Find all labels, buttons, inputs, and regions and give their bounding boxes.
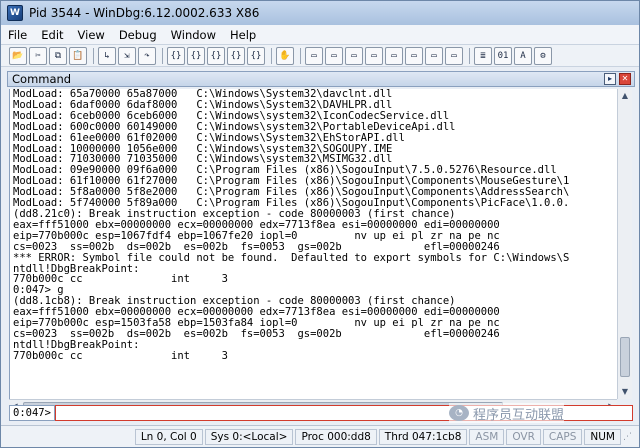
status-bar: Ln 0, Col 0 Sys 0:<Local> Proc 000:dd8 Thrd… bbox=[1, 425, 639, 447]
cut-icon[interactable]: ✂ bbox=[29, 46, 47, 65]
toolbar: 📂 ✂ ⧉ 📋 ↳ ⇲ ↷{}{}{}{}{} ✋ ▭ ▭ ▭ ▭ ▭ ▭ ▭ ▭ ≣ 01 A ⚙ bbox=[1, 45, 639, 67]
wechat-icon: ◔ bbox=[449, 405, 469, 421]
status-asm: ASM bbox=[469, 428, 505, 445]
windbg-window: W Pid 3544 - WinDbg:6.12.0002.633 X86 Fi… bbox=[0, 0, 640, 448]
output-line: ModLoad: 600c0000 60149000 C:\Windows\sy… bbox=[13, 120, 456, 133]
toolbar-separator bbox=[93, 47, 94, 64]
trace-icon[interactable]: {} bbox=[207, 46, 225, 65]
menu-window[interactable]: Window bbox=[164, 25, 223, 45]
command-window-icon[interactable]: ▭ bbox=[305, 46, 323, 65]
registers-window-icon[interactable]: ▭ bbox=[365, 46, 383, 65]
output-line: *** ERROR: Symbol file could not be foun… bbox=[13, 251, 570, 264]
vertical-scrollbar[interactable]: ▲ ▼ bbox=[617, 89, 632, 399]
step-out-icon[interactable]: {} bbox=[167, 46, 185, 65]
resize-grip-icon[interactable]: ⋰ bbox=[623, 431, 635, 443]
scroll-down-icon[interactable]: ▼ bbox=[618, 385, 632, 399]
watch-window-icon[interactable]: ▭ bbox=[325, 46, 343, 65]
watermark-text: 程序员互动联盟 bbox=[473, 407, 565, 423]
title-bar[interactable]: W Pid 3544 - WinDbg:6.12.0002.633 X86 bbox=[1, 1, 639, 25]
vertical-scroll-thumb[interactable] bbox=[620, 337, 630, 377]
step-into-icon[interactable]: ⇲ bbox=[118, 46, 136, 65]
menu-bar: File Edit View Debug Window Help bbox=[1, 25, 639, 45]
font-icon[interactable]: A bbox=[514, 46, 532, 65]
memory-window-icon[interactable]: ▭ bbox=[385, 46, 403, 65]
pane-close-icon[interactable]: ✕ bbox=[619, 73, 631, 85]
output-line: 770b000c cc int 3 bbox=[13, 273, 228, 286]
source-mode-icon[interactable]: ≣ bbox=[474, 46, 492, 65]
status-line-col: Ln 0, Col 0 bbox=[134, 428, 203, 445]
hex-mode-icon[interactable]: 01 bbox=[494, 46, 512, 65]
command-pane-title: Command bbox=[12, 72, 72, 86]
output-line: 770b000c cc int 3 bbox=[13, 349, 228, 362]
locals-window-icon[interactable]: ▭ bbox=[345, 46, 363, 65]
windbg-app-icon: W bbox=[7, 5, 23, 21]
scroll-up-icon[interactable]: ▲ bbox=[618, 89, 632, 103]
command-output[interactable]: ModLoad: 65a70000 65a87000 C:\Windows\Sy… bbox=[9, 89, 617, 399]
output-line: cs=0023 ss=002b ds=002b es=002b fs=0053 … bbox=[13, 240, 500, 253]
status-ovr: OVR bbox=[506, 428, 541, 445]
toolbar-separator bbox=[162, 47, 163, 64]
toolbar-separator bbox=[300, 47, 301, 64]
stop-icon[interactable]: {} bbox=[247, 46, 265, 65]
callstack-window-icon[interactable]: ▭ bbox=[405, 46, 423, 65]
toolbar-separator bbox=[469, 47, 470, 64]
status-num: NUM bbox=[584, 428, 621, 445]
go-icon[interactable]: ↳ bbox=[98, 46, 116, 65]
command-prompt: 0:047> bbox=[9, 404, 55, 421]
status-sys: Sys 0:<Local> bbox=[204, 428, 294, 445]
disassembly-window-icon[interactable]: ▭ bbox=[425, 46, 443, 65]
options-icon[interactable]: ⚙ bbox=[534, 46, 552, 65]
status-proc: Proc 000:dd8 bbox=[295, 428, 377, 445]
menu-help[interactable]: Help bbox=[223, 25, 263, 45]
paste-icon[interactable]: 📋 bbox=[69, 46, 87, 65]
menu-edit[interactable]: Edit bbox=[34, 25, 70, 45]
command-pane-header: Command ▸ ✕ bbox=[7, 71, 635, 87]
menu-file[interactable]: File bbox=[1, 25, 34, 45]
output-line: ModLoad: 61ee0000 61f02000 C:\Windows\Sy… bbox=[13, 131, 405, 144]
pane-options-icon[interactable]: ▸ bbox=[604, 73, 616, 85]
copy-icon[interactable]: ⧉ bbox=[49, 46, 67, 65]
status-caps: CAPS bbox=[542, 428, 583, 445]
open-icon[interactable]: 📂 bbox=[9, 46, 27, 65]
menu-view[interactable]: View bbox=[71, 25, 112, 45]
status-thrd: Thrd 047:1cb8 bbox=[378, 428, 468, 445]
menu-debug[interactable]: Debug bbox=[112, 25, 164, 45]
hand-icon[interactable]: ✋ bbox=[276, 46, 294, 65]
step-over-icon[interactable]: ↷ bbox=[138, 46, 156, 65]
scratch-pad-icon[interactable]: ▭ bbox=[445, 46, 463, 65]
watermark: ◔ 程序员互动联盟 bbox=[449, 403, 565, 423]
window-title: Pid 3544 - WinDbg:6.12.0002.633 X86 bbox=[29, 6, 260, 20]
run-to-cursor-icon[interactable]: {} bbox=[187, 46, 205, 65]
toolbar-separator bbox=[271, 47, 272, 64]
break-icon[interactable]: {} bbox=[227, 46, 245, 65]
